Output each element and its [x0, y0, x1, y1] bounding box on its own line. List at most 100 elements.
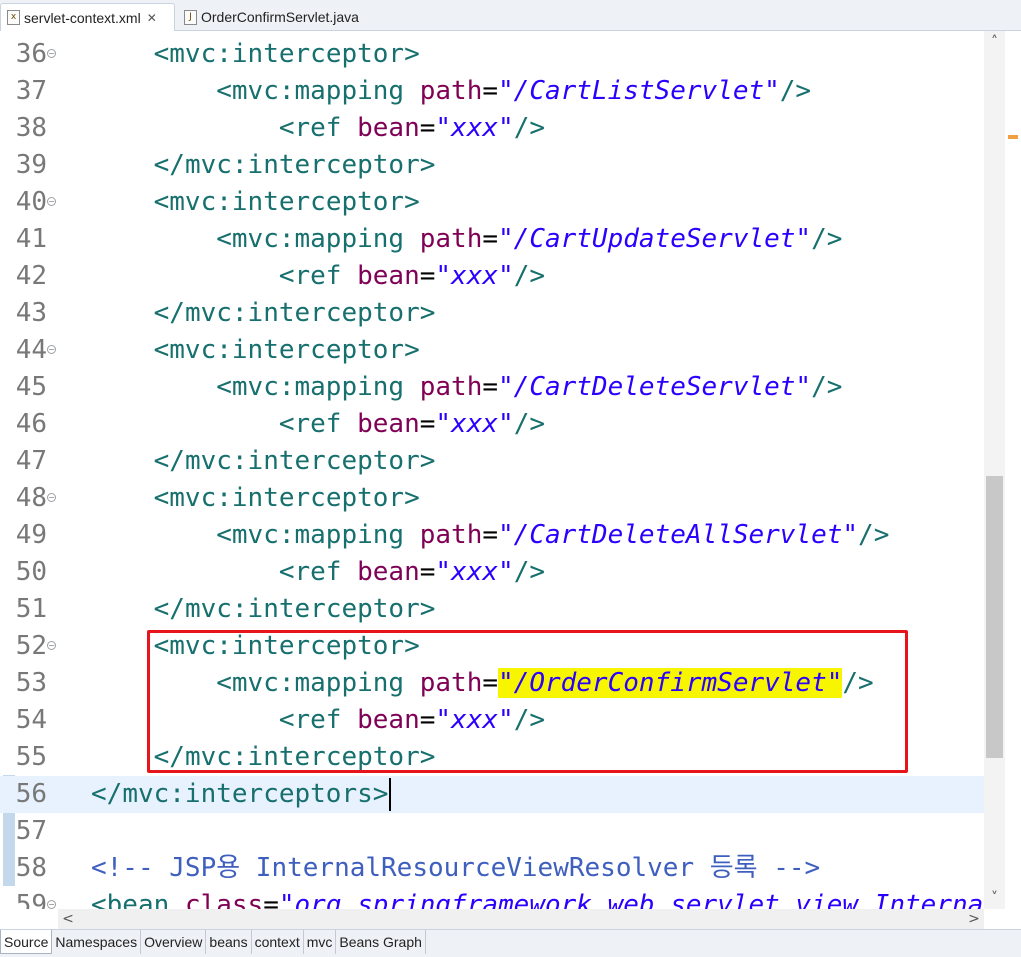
code-line[interactable]: 57 [0, 813, 984, 850]
line-number: 54 [15, 705, 47, 735]
tag-name: mvc:interceptor [184, 298, 420, 328]
code-line[interactable]: 51 </mvc:interceptor> [0, 591, 984, 628]
overview-ruler[interactable] [1005, 31, 1021, 909]
code-text: <!-- JSP용 InternalResourceViewResolver 등… [91, 850, 820, 887]
tab-mvc[interactable]: mvc [304, 930, 337, 954]
tab-namespaces[interactable]: Namespaces [52, 930, 142, 954]
scroll-down-icon[interactable]: ˅ [984, 887, 1005, 909]
code-line[interactable]: 40− <mvc:interceptor> [0, 184, 984, 221]
attribute-value: "xxx" [435, 705, 514, 735]
tab-beans-graph[interactable]: Beans Graph [336, 930, 426, 954]
code-text: </mvc:interceptor> [91, 147, 436, 184]
line-number: 57 [15, 816, 47, 846]
fold-toggle-icon[interactable]: − [47, 641, 56, 650]
fold-toggle-icon[interactable]: − [47, 345, 56, 354]
code-line[interactable]: 50 <ref bean="xxx"/> [0, 554, 984, 591]
close-icon[interactable]: ✕ [147, 11, 157, 25]
equals-sign: = [419, 409, 436, 439]
code-line[interactable]: 47 </mvc:interceptor> [0, 443, 984, 480]
tag-bracket: < [216, 76, 232, 106]
code-line[interactable]: 42 <ref bean="xxx"/> [0, 258, 984, 295]
tab-label: servlet-context.xml [24, 9, 141, 26]
code-line[interactable]: 38 <ref bean="xxx"/> [0, 110, 984, 147]
scroll-up-icon[interactable]: ˄ [984, 31, 1005, 53]
tag-bracket: > [404, 335, 420, 365]
code-text: <mvc:interceptor> [91, 184, 420, 221]
line-number: 43 [15, 298, 47, 328]
tab-overview[interactable]: Overview [141, 930, 207, 954]
equals-sign: = [482, 668, 499, 698]
tag-bracket: /> [811, 372, 843, 402]
code-line[interactable]: 48− <mvc:interceptor> [0, 480, 984, 517]
tag-bracket: /> [513, 113, 545, 143]
xml-source-editor[interactable]: 36− <mvc:interceptor> 37 <mvc:mapping pat… [0, 31, 1021, 909]
code-line[interactable]: 59− <bean class="org.springframework.web.… [0, 887, 1021, 909]
fold-toggle-icon[interactable]: − [47, 49, 56, 58]
code-line[interactable]: 39 </mvc:interceptor> [0, 147, 984, 184]
fold-toggle-icon[interactable]: − [47, 900, 56, 909]
code-text: <ref bean="xxx"/> [91, 702, 545, 739]
horizontal-scrollbar[interactable]: < > [58, 909, 984, 929]
text-cursor [389, 778, 392, 811]
code-line[interactable]: 53 <mvc:mapping path="/OrderConfirmServl… [0, 665, 984, 702]
attribute-value: "/CartUpdateServlet" [498, 224, 812, 254]
attribute-value: "org.springframework.web.servlet.view.In… [278, 890, 1021, 909]
editor-page-tabs: Source Namespaces Overview beans context… [0, 929, 1021, 957]
code-line[interactable]: 58 <!-- JSP용 InternalResourceViewResolver… [0, 850, 984, 887]
tag-bracket: > [419, 298, 436, 328]
tag-bracket: </ [153, 298, 185, 328]
tag-name: mvc:mapping [231, 372, 405, 402]
attribute-value: "/CartListServlet" [498, 76, 780, 106]
tag-name: mvc:interceptor [184, 446, 420, 476]
line-number: 49 [15, 520, 47, 550]
tag-name: mvc:interceptor [169, 335, 405, 365]
tag-bracket: /> [513, 557, 545, 587]
fold-toggle-icon[interactable]: − [47, 197, 56, 206]
tab-context[interactable]: context [252, 930, 304, 954]
tag-name: mvc:interceptor [169, 483, 405, 513]
fold-toggle-icon[interactable]: − [47, 493, 56, 502]
tag-bracket: > [404, 187, 420, 217]
tab-source[interactable]: Source [0, 930, 53, 954]
code-line[interactable]: 43 </mvc:interceptor> [0, 295, 984, 332]
line-number: 53 [15, 668, 47, 698]
code-text: <mvc:mapping path="/CartDeleteAllServlet… [91, 517, 889, 554]
tag-bracket: /> [779, 76, 812, 106]
tag-bracket: > [404, 483, 420, 513]
equals-sign: = [419, 113, 436, 143]
code-text: <mvc:mapping path="/CartListServlet"/> [91, 73, 811, 110]
vertical-scroll-thumb[interactable] [986, 476, 1003, 758]
code-line[interactable]: 44− <mvc:interceptor> [0, 332, 984, 369]
tag-name: mvc:interceptor [184, 594, 420, 624]
java-file-icon: J [184, 9, 197, 25]
code-line[interactable]: 54 <ref bean="xxx"/> [0, 702, 984, 739]
line-number: 45 [15, 372, 47, 402]
tag-bracket: > [419, 594, 436, 624]
code-line[interactable]: 52− <mvc:interceptor> [0, 628, 984, 665]
line-number: 38 [15, 113, 47, 143]
vertical-scrollbar[interactable]: ˄ ˅ [984, 31, 1005, 909]
attribute-value: "/OrderConfirmServlet" [498, 668, 843, 698]
code-line[interactable]: 46 <ref bean="xxx"/> [0, 406, 984, 443]
tab-label: OrderConfirmServlet.java [201, 9, 359, 25]
scroll-right-icon[interactable]: > [964, 909, 984, 929]
tag-name: ref [294, 557, 342, 587]
code-line[interactable]: 49 <mvc:mapping path="/CartDeleteAllServ… [0, 517, 984, 554]
warning-marker[interactable] [1008, 135, 1018, 139]
scroll-left-icon[interactable]: < [58, 909, 78, 929]
code-line[interactable]: 55 </mvc:interceptor> [0, 739, 984, 776]
code-text: <mvc:interceptor> [91, 36, 420, 73]
code-text: <ref bean="xxx"/> [91, 554, 545, 591]
tag-bracket: < [153, 631, 170, 661]
code-line[interactable]: 36− <mvc:interceptor> [0, 36, 984, 73]
code-line[interactable]: 37 <mvc:mapping path="/CartListServlet"/… [0, 73, 984, 110]
tab-servlet-context-xml[interactable]: x servlet-context.xml ✕ [0, 3, 175, 31]
tab-order-confirm-servlet-java[interactable]: J OrderConfirmServlet.java [178, 3, 378, 31]
code-line[interactable]: 41 <mvc:mapping path="/CartUpdateServlet… [0, 221, 984, 258]
equals-sign: = [419, 261, 436, 291]
code-line[interactable]: 45 <mvc:mapping path="/CartDeleteServlet… [0, 369, 984, 406]
tab-beans[interactable]: beans [206, 930, 252, 954]
code-text: <ref bean="xxx"/> [91, 406, 545, 443]
tag-name: mvc:interceptor [169, 631, 405, 661]
code-line[interactable]: 56 </mvc:interceptors> [0, 776, 984, 813]
